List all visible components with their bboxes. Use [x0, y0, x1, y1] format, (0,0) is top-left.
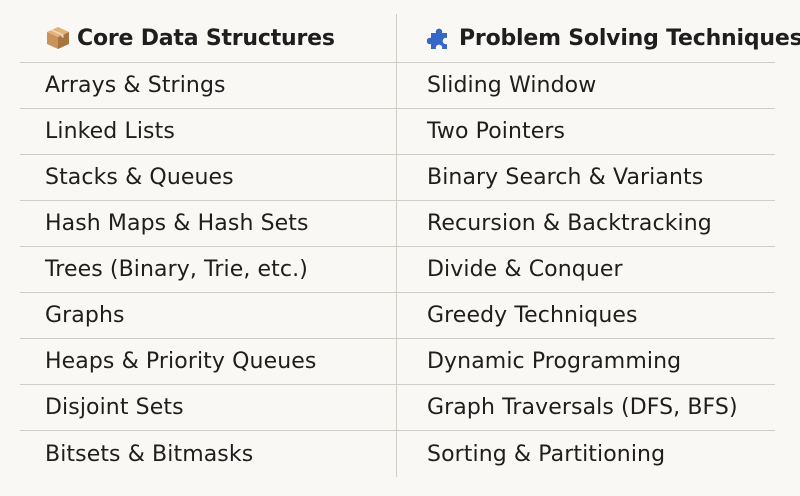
data-structure-cell: Linked Lists [45, 119, 175, 144]
technique-cell: Sorting & Partitioning [396, 431, 775, 477]
column-header-data-structures: Core Data Structures [20, 14, 396, 62]
column-title: Problem Solving Techniques [459, 25, 800, 51]
table-row: Linked Lists Two Pointers [20, 109, 775, 155]
data-structure-cell: Disjoint Sets [45, 395, 184, 420]
data-structure-cell: Bitsets & Bitmasks [45, 441, 254, 467]
column-header-techniques: Problem Solving Techniques [396, 14, 800, 62]
table-header-row: Core Data Structures Problem Solving Tec… [20, 14, 800, 63]
technique-cell: Greedy Techniques [396, 293, 775, 338]
table-row: Graphs Greedy Techniques [20, 293, 775, 339]
table-row: Heaps & Priority Queues Dynamic Programm… [20, 339, 775, 385]
data-structure-cell: Trees (Binary, Trie, etc.) [45, 257, 308, 282]
technique-cell: Dynamic Programming [396, 339, 775, 384]
data-structure-cell: Hash Maps & Hash Sets [45, 211, 309, 236]
table-row: Trees (Binary, Trie, etc.) Divide & Conq… [20, 247, 775, 293]
package-icon [45, 25, 71, 51]
data-structure-cell: Graphs [45, 303, 125, 328]
data-structure-cell: Heaps & Priority Queues [45, 349, 317, 374]
data-structure-cell: Arrays & Strings [45, 73, 226, 98]
technique-cell: Divide & Conquer [396, 247, 775, 292]
technique-cell: Two Pointers [396, 109, 775, 154]
puzzle-piece-icon [427, 25, 453, 51]
technique-cell: Sliding Window [396, 63, 775, 108]
technique-cell: Graph Traversals (DFS, BFS) [396, 385, 775, 430]
table-row: Bitsets & Bitmasks Sorting & Partitionin… [20, 431, 775, 477]
table-row: Disjoint Sets Graph Traversals (DFS, BFS… [20, 385, 775, 431]
topics-table: Core Data Structures Problem Solving Tec… [20, 14, 800, 477]
column-title: Core Data Structures [77, 25, 335, 51]
table-row: Arrays & Strings Sliding Window [20, 63, 775, 109]
technique-cell: Recursion & Backtracking [396, 201, 775, 246]
technique-cell: Binary Search & Variants [396, 155, 775, 200]
table-row: Stacks & Queues Binary Search & Variants [20, 155, 775, 201]
table-row: Hash Maps & Hash Sets Recursion & Backtr… [20, 201, 775, 247]
data-structure-cell: Stacks & Queues [45, 165, 234, 190]
